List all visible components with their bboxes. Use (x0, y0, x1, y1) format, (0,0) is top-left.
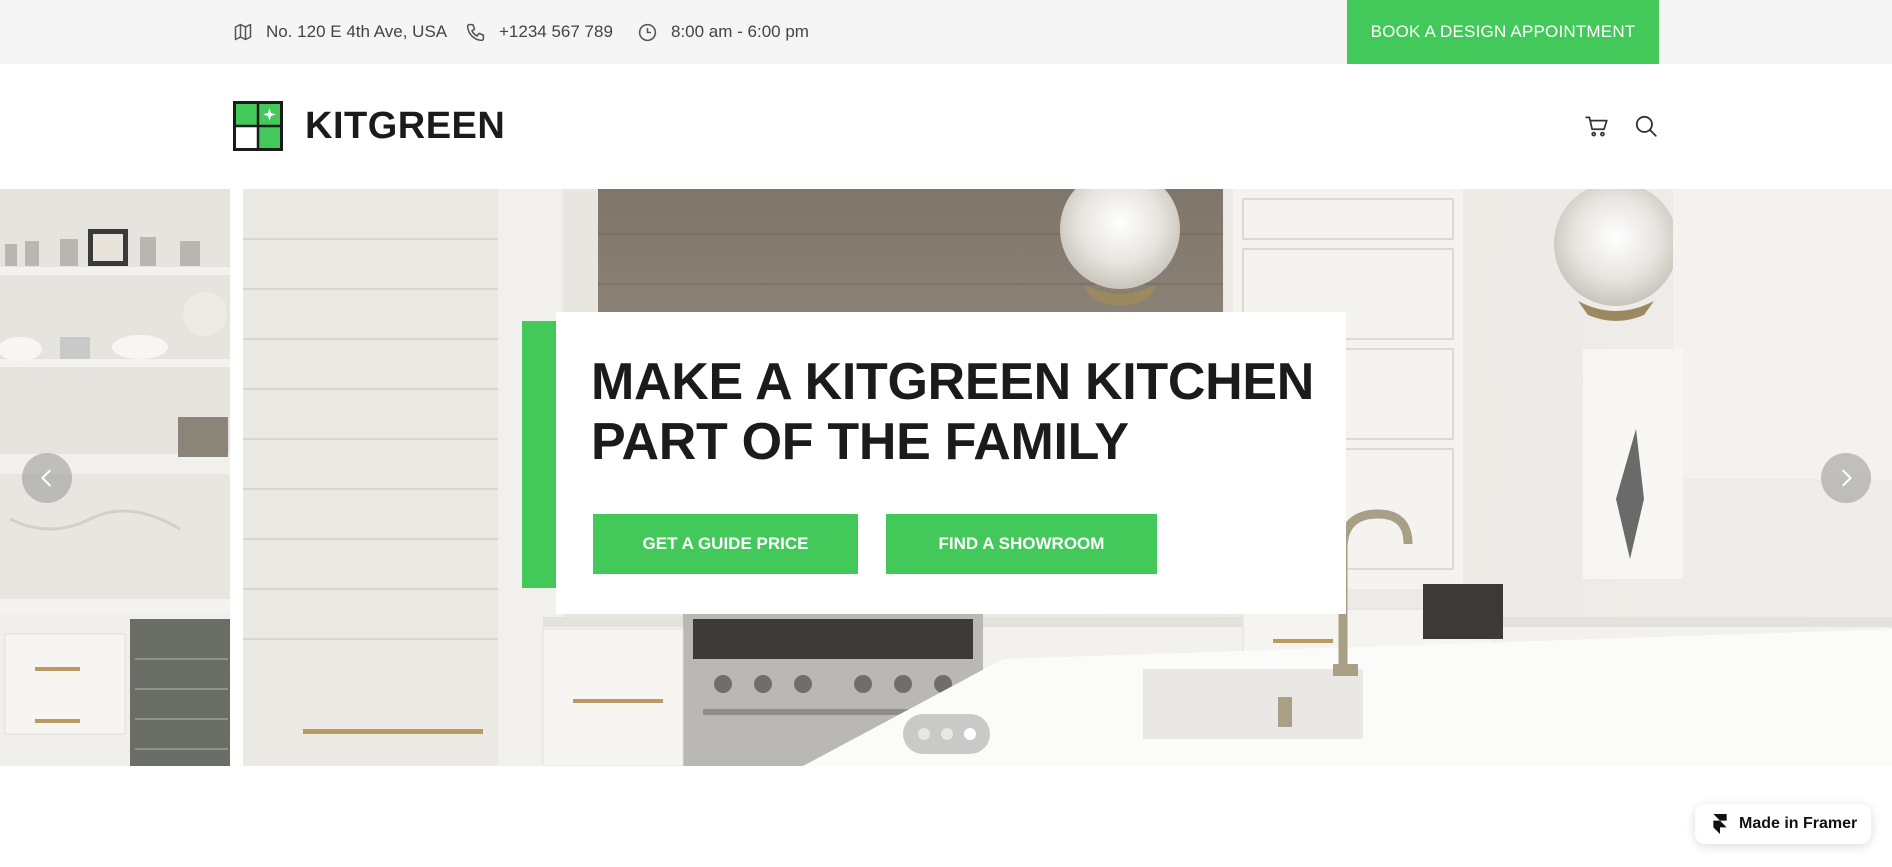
logo-mark-icon (233, 101, 283, 151)
card-body: MAKE A KITGREEN KITCHEN PART OF THE FAMI… (556, 312, 1346, 614)
cart-button[interactable] (1584, 113, 1610, 139)
hero-slider: MAKE A KITGREEN KITCHEN PART OF THE FAMI… (0, 189, 1892, 766)
address-text: No. 120 E 4th Ave, USA (266, 22, 448, 41)
phone-text: +1234 567 789 (499, 22, 613, 41)
cart-icon (1585, 116, 1608, 137)
next-slide-button[interactable] (1821, 453, 1871, 503)
slide-dot-2[interactable] (940, 728, 953, 740)
phone-icon (466, 23, 485, 41)
previous-slide-button[interactable] (22, 453, 72, 503)
book-appointment-button[interactable]: BOOK A DESIGN APPOINTMENT (1347, 0, 1659, 64)
search-button[interactable] (1633, 113, 1659, 139)
slide-gap (230, 189, 243, 766)
hero-content-card: MAKE A KITGREEN KITCHEN PART OF THE FAMI… (522, 312, 1346, 614)
hours-text: 8:00 am - 6:00 pm (671, 22, 809, 41)
slide-dot-3[interactable] (963, 728, 976, 740)
phone-info: +1234 567 789 (465, 0, 613, 64)
logo-text: KITGREEN (305, 104, 506, 147)
logo[interactable]: KITGREEN (233, 101, 505, 151)
slide-dot-1[interactable] (917, 728, 930, 740)
card-accent-bar (522, 321, 556, 588)
address-info: No. 120 E 4th Ave, USA (233, 0, 447, 64)
made-in-framer-badge[interactable]: Made in Framer (1695, 804, 1871, 844)
clock-icon (638, 23, 657, 41)
chevron-right-icon (1842, 469, 1852, 487)
hours-info: 8:00 am - 6:00 pm (637, 0, 809, 64)
search-icon (1635, 115, 1657, 137)
map-icon (234, 23, 252, 41)
chevron-left-icon (41, 469, 51, 487)
guide-price-button[interactable]: GET A GUIDE PRICE (593, 514, 858, 574)
top-info-bar: No. 120 E 4th Ave, USA +1234 567 789 8:0… (0, 0, 1892, 64)
framer-logo-icon (1713, 814, 1727, 834)
framer-badge-label: Made in Framer (1739, 815, 1858, 832)
hero-title: MAKE A KITGREEN KITCHEN PART OF THE FAMI… (591, 353, 1315, 471)
find-showroom-button[interactable]: FIND A SHOWROOM (886, 514, 1157, 574)
slide-pagination (903, 714, 990, 754)
